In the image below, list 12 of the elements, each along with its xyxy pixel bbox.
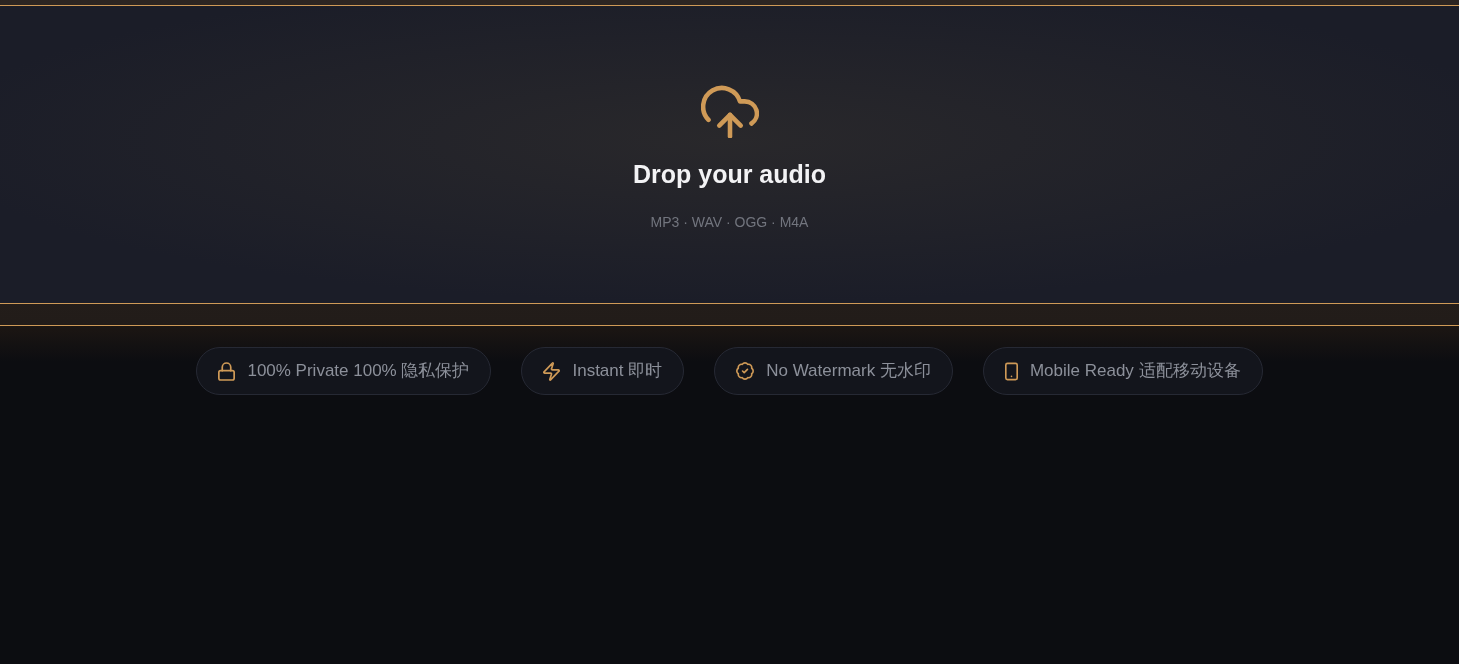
badge-check-icon [736,362,755,380]
feature-label: Instant 即时 [572,360,663,382]
drop-title: Drop your audio [632,159,827,190]
feature-label: 100% Private 100% 隐私保护 [247,360,470,382]
lightning-icon [543,361,561,381]
lock-icon [218,361,236,381]
feature-label: Mobile Ready 适配移动设备 [1029,360,1241,382]
drop-zone[interactable]: Drop your audio MP3 · WAV · OGG · M4A [0,5,1459,304]
smartphone-icon [1004,361,1018,381]
feature-label: No Watermark 无水印 [766,360,931,382]
cloud-upload-icon [700,83,759,138]
supported-formats: MP3 · WAV · OGG · M4A [650,213,809,232]
